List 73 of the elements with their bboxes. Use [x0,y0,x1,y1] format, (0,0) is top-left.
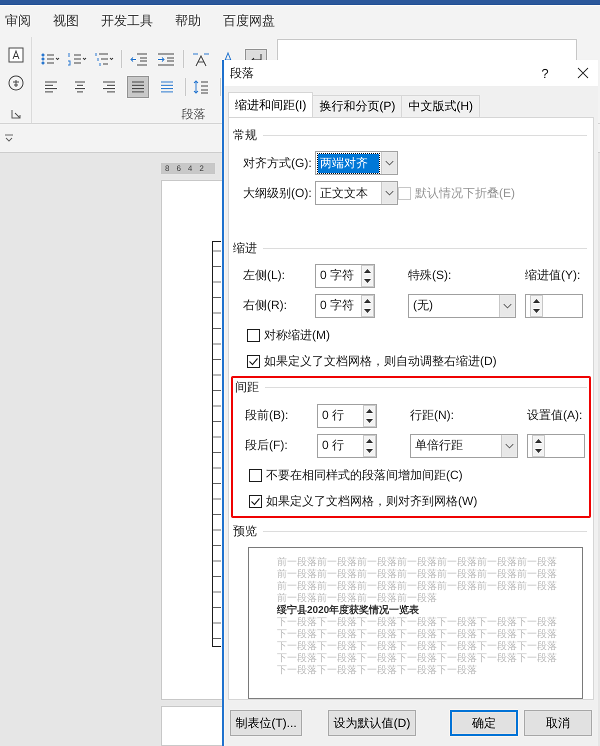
align-lines-icon [130,80,146,94]
checkbox-option[interactable]: 对称缩进(M) [247,326,587,344]
align-lines-icon [72,80,88,94]
preview-text: 前一段落前一段落前一段落前一段落前一段落前一段落前一段落前一段落前一段落前一段落前一段落前一段落前一段落前一段落前一段落前一段落前一段落前一段落前一段落前一段落前一段落前一段落前一段落前一段落前一段落 [277,557,558,604]
field-label: 左侧(L): [243,267,286,284]
menu-tab[interactable]: 帮助 [175,12,201,30]
line-spacing-dropdown[interactable]: 单倍行距 [410,434,518,458]
spin-field[interactable]: 0 字符 [315,264,375,288]
align-lines-icon [159,80,175,94]
menu-tab[interactable]: 视图 [53,12,79,30]
menu-tab[interactable]: 审阅 [5,12,31,30]
section-heading: 常规 [233,127,257,144]
checkbox-option[interactable]: 如果定义了文档网格，则自动调整右缩进(D) [247,352,587,370]
spin-arrows-icon[interactable] [363,404,376,427]
field-label: 缩进值(Y): [525,267,582,284]
field-label: 右侧(R): [243,297,288,314]
alignment-dropdown[interactable]: 两端对齐 [315,151,398,176]
section-heading: 预览 [233,522,257,540]
multilevel-list-icon[interactable] [94,50,114,67]
field-label: 行距(N): [410,407,455,424]
increase-indent-icon[interactable] [156,50,176,67]
align-button[interactable] [127,76,149,98]
text-box-icon[interactable] [8,46,24,63]
section-heading: 间距 [235,379,259,396]
checkbox[interactable] [247,328,260,342]
checkbox-option[interactable]: 如果定义了文档网格，则对齐到网格(W) [249,492,587,510]
dialog-button[interactable]: 确定 [450,710,518,736]
spin-field[interactable]: 0 行 [317,404,377,428]
help-button[interactable]: ? [532,66,558,80]
group-label: 段落 [182,106,206,123]
preview-text: 绥宁县2020年度获奖情况一览表 [277,605,420,616]
spin-arrows-icon[interactable] [530,294,543,317]
close-icon [577,67,589,79]
menu-tab[interactable]: 开发工具 [101,12,153,30]
spin-field[interactable]: 0 字符 [315,294,375,318]
field-label: 段后(F): [245,437,289,454]
ruler: 8 6 4 2 [161,163,215,174]
spin-arrows-icon[interactable] [363,434,376,457]
checkbox[interactable] [247,354,260,368]
checkbox[interactable] [249,468,262,482]
circled-character-icon[interactable] [8,74,24,91]
special-dropdown[interactable]: (无) [408,294,516,318]
align-lines-icon [43,80,59,94]
tab[interactable]: 缩进和间距(I) [228,92,314,117]
asian-layout-icon[interactable] [191,50,211,67]
tab[interactable]: 中文版式(H) [401,95,480,117]
decrease-indent-icon[interactable] [129,50,149,67]
spin-arrows-icon[interactable] [361,294,374,317]
field-label: 对齐方式(G): [243,154,313,172]
field-label: 设置值(A): [527,407,584,424]
spin-field[interactable] [525,294,583,318]
spin-field[interactable] [527,434,585,458]
outline-level-dropdown[interactable]: 正文文本 [315,181,398,206]
dialog-button[interactable]: 设为默认值(D) [328,710,416,736]
spin-arrows-icon[interactable] [532,434,545,457]
checkbox[interactable] [249,494,262,508]
section-heading: 缩进 [233,240,257,257]
spin-arrows-icon[interactable] [361,264,374,287]
field-label: 大纲级别(O): [243,184,313,202]
dialog-button[interactable]: 取消 [524,710,592,736]
align-lines-icon [101,80,117,94]
spin-field[interactable]: 0 行 [317,434,377,458]
dialog-launcher-icon[interactable] [10,108,20,119]
chevron-down-icon[interactable] [4,134,14,142]
numbered-list-icon[interactable] [67,50,87,67]
bullet-list-icon[interactable] [40,50,60,67]
field-label: 段前(B): [245,407,290,424]
checkbox-option[interactable]: 不要在相同样式的段落间增加间距(C) [249,466,587,484]
field-label: 特殊(S): [408,267,452,284]
menu-tab[interactable]: 百度网盘 [223,12,275,30]
preview-text: 下一段落下一段落下一段落下一段落下一段落下一段落下一段落下一段落下一段落下一段落下一段落下一段落下一段落下一段落下一段落下一段落下一段落下一段落下一段落下一段落下一段落下一段落下一段落下一段落下一段落下一段落下一段落下一段落下一段落下一段落下一段落下一段落下一段落 [277,617,558,678]
dialog-button[interactable]: 制表位(T)... [230,710,302,736]
dialog-title: 段落 [230,64,255,82]
